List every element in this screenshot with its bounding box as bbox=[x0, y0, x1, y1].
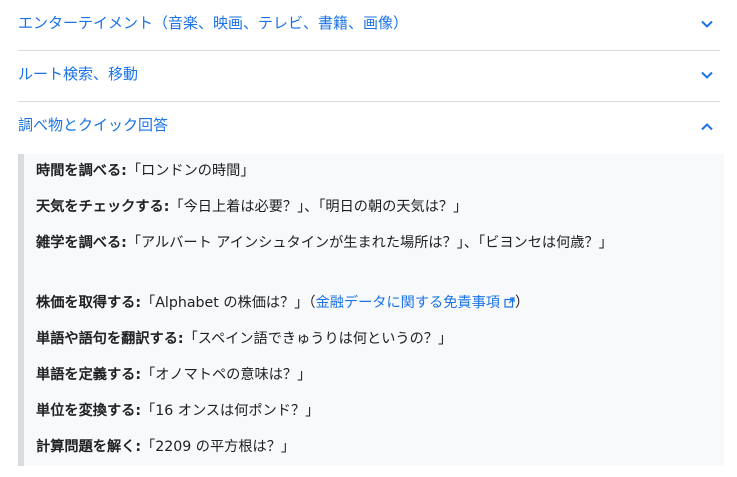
chevron-down-icon bbox=[701, 20, 713, 28]
example-label: 時間を調べる: bbox=[36, 163, 127, 179]
example-text: 「ロンドンの時間」 bbox=[126, 163, 255, 179]
example-label: 株価を取得する: bbox=[36, 295, 141, 311]
example-text: 「Alphabet の株価は？」（ bbox=[141, 295, 316, 311]
example-label: 単語や語句を翻訳する: bbox=[36, 331, 184, 347]
example-label: 雑学を調べる: bbox=[36, 235, 127, 251]
link-label: 金融データに関する免責事項 bbox=[315, 295, 500, 311]
help-accordion: エンターテイメント（音楽、映画、テレビ、書籍、画像） ルート検索、移動 調べ物と… bbox=[18, 0, 720, 152]
example-label: 単位を変換する: bbox=[36, 403, 141, 419]
section-entertainment-header[interactable]: エンターテイメント（音楽、映画、テレビ、書籍、画像） bbox=[18, 0, 720, 51]
section-title: エンターテイメント（音楽、映画、テレビ、書籍、画像） bbox=[18, 14, 409, 32]
example-text: 「2209 の平方根は？」 bbox=[141, 439, 296, 455]
example-text: 「オノマトペの意味は？」 bbox=[141, 367, 312, 383]
example-item: 計算問題を解く:「2209 の平方根は？」 bbox=[36, 436, 676, 458]
example-text: 「アルバート アインシュタインが生まれた場所は？」、「ビヨンセは何歳？」 bbox=[126, 235, 613, 251]
financial-disclaimer-link[interactable]: 金融データに関する免責事項 bbox=[316, 295, 515, 311]
section-navigation-header[interactable]: ルート検索、移動 bbox=[18, 51, 720, 102]
section-lookup-content: 時間を調べる:「ロンドンの時間」 天気をチェックする:「今日上着は必要？」、「明… bbox=[18, 154, 724, 466]
section-title: 調べ物とクイック回答 bbox=[18, 116, 169, 134]
example-item: 雑学を調べる:「アルバート アインシュタインが生まれた場所は？」、「ビヨンセは何… bbox=[36, 232, 676, 254]
example-text-after: ） bbox=[515, 295, 530, 311]
example-label: 計算問題を解く: bbox=[36, 439, 141, 455]
chevron-down-icon bbox=[701, 71, 713, 79]
example-label: 天気をチェックする: bbox=[36, 199, 170, 215]
section-lookup-header[interactable]: 調べ物とクイック回答 bbox=[18, 102, 720, 152]
chevron-up-icon bbox=[701, 123, 713, 131]
example-text: 「スペイン語できゅうりは何というの？」 bbox=[183, 331, 453, 347]
example-item: 単語を定義する:「オノマトペの意味は？」 bbox=[36, 364, 676, 386]
section-title: ルート検索、移動 bbox=[18, 65, 139, 83]
example-text: 「16 オンスは何ポンド？」 bbox=[141, 403, 320, 419]
example-item: 株価を取得する:「Alphabet の株価は？」（金融データに関する免責事項 ） bbox=[36, 292, 676, 314]
example-item: 単語や語句を翻訳する:「スペイン語できゅうりは何というの？」 bbox=[36, 328, 676, 350]
example-text: 「今日上着は必要？」、「明日の朝の天気は？」 bbox=[169, 199, 468, 215]
example-label: 単語を定義する: bbox=[36, 367, 141, 383]
external-link-icon bbox=[504, 297, 515, 308]
example-item: 時間を調べる:「ロンドンの時間」 bbox=[36, 160, 676, 182]
example-item: 天気をチェックする:「今日上着は必要？」、「明日の朝の天気は？」 bbox=[36, 196, 676, 218]
example-item: 単位を変換する:「16 オンスは何ポンド？」 bbox=[36, 400, 676, 422]
